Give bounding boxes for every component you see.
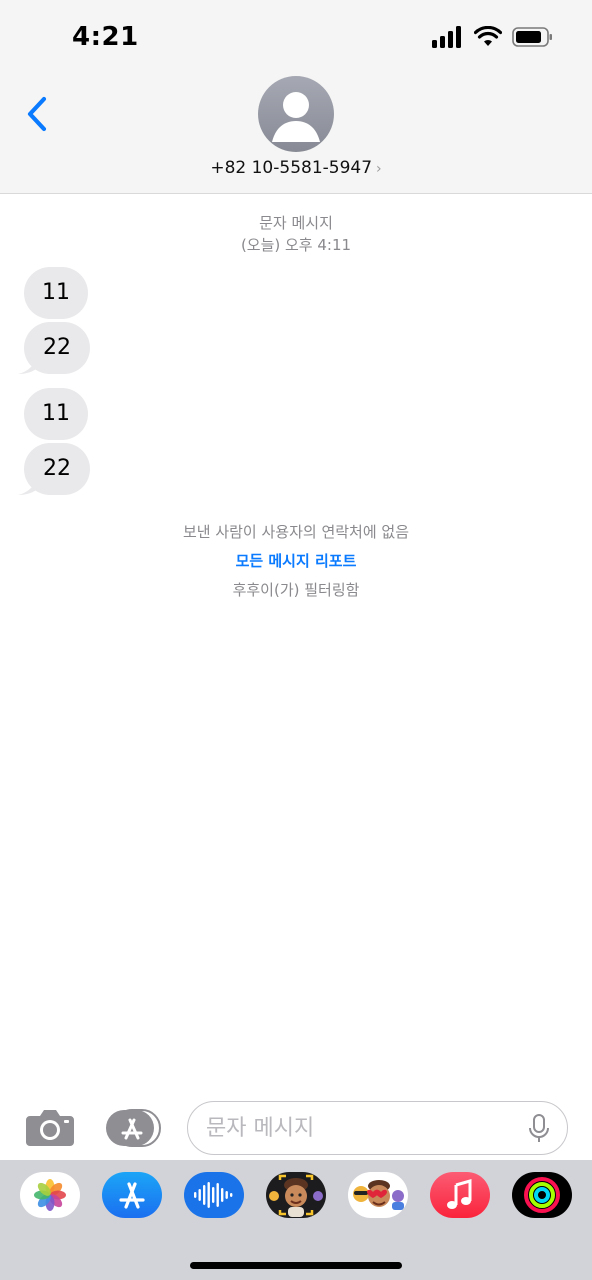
battery-icon xyxy=(512,27,552,47)
service-label: 문자 메시지 xyxy=(259,214,333,232)
filter-notice: 후후이(가) 필터링함 xyxy=(232,581,360,599)
report-all-messages-link[interactable]: 모든 메시지 리포트 xyxy=(0,550,592,571)
photos-app[interactable] xyxy=(20,1172,80,1218)
back-chevron-icon[interactable] xyxy=(22,94,52,134)
audio-message-app[interactable] xyxy=(184,1172,244,1218)
cellular-signal-icon xyxy=(432,26,461,48)
photos-icon xyxy=(34,1179,66,1211)
animoji-stickers-app[interactable] xyxy=(348,1172,408,1218)
music-app[interactable] xyxy=(430,1172,490,1218)
music-note-icon xyxy=(447,1179,472,1209)
message-bubble[interactable]: 11 xyxy=(24,267,88,319)
contact-avatar[interactable] xyxy=(258,76,334,152)
app-store-drawer-icon[interactable] xyxy=(104,1107,162,1149)
animoji-stickers-icon xyxy=(353,1180,404,1210)
person-silhouette-icon xyxy=(272,92,320,142)
app-store-app[interactable] xyxy=(102,1172,162,1218)
wifi-icon xyxy=(474,26,502,46)
chevron-right-icon: › xyxy=(376,161,382,177)
activity-icon xyxy=(524,1177,560,1213)
memoji-icon xyxy=(269,1174,323,1217)
unknown-sender-notice: 보낸 사람이 사용자의 연락처에 없음 xyxy=(182,523,410,541)
status-time: 4:21 xyxy=(72,22,139,52)
thread-meta: 문자 메시지 (오늘) 오후 4:11 xyxy=(0,212,592,256)
message-bubble[interactable]: 11 xyxy=(24,388,88,440)
audio-message-icon xyxy=(194,1182,233,1208)
status-indicators xyxy=(432,26,554,48)
microphone-icon[interactable] xyxy=(527,1114,551,1144)
bubble-tail xyxy=(18,473,40,495)
message-input[interactable] xyxy=(206,1112,526,1144)
memoji-app[interactable] xyxy=(266,1172,326,1218)
conversation-header: 4:21 +82 10-5581-5947 › xyxy=(0,0,592,194)
message-input-container[interactable] xyxy=(187,1101,568,1155)
home-indicator[interactable] xyxy=(190,1262,402,1269)
app-store-icon xyxy=(119,1182,145,1209)
camera-icon[interactable] xyxy=(26,1108,74,1146)
message-timestamp: (오늘) 오후 4:11 xyxy=(240,236,352,254)
contact-phone-number: +82 10-5581-5947 xyxy=(210,158,373,178)
activity-app[interactable] xyxy=(512,1172,572,1218)
contact-name-button[interactable]: +82 10-5581-5947 › xyxy=(0,158,592,178)
bubble-tail xyxy=(18,352,40,374)
